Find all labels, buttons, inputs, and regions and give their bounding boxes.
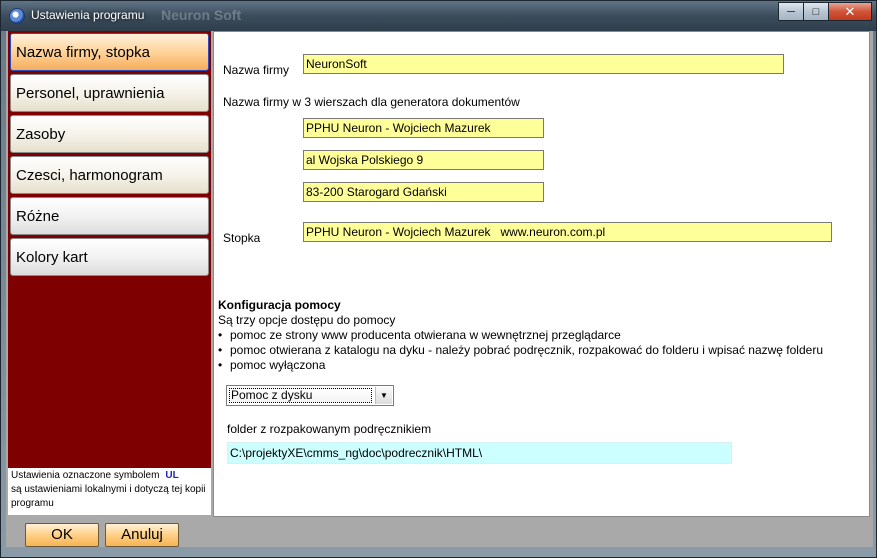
local-settings-note: Ustawienia oznaczone symbolem UL są ustaw… [8, 468, 211, 515]
help-folder-label: folder z rozpakowanym podręcznikiem [227, 422, 432, 436]
dialog-button-bar: OK Anuluj [6, 517, 873, 547]
app-icon [9, 8, 25, 24]
settings-panel: Nazwa firmy Nazwa firmy w 3 wierszach dl… [213, 31, 870, 517]
sidebar-item-label: Personel, uprawnienia [16, 85, 165, 102]
chevron-down-icon[interactable]: ▼ [375, 387, 392, 404]
note-text-rest: są ustawieniami lokalnymi i dotyczą tej … [11, 484, 206, 509]
sidebar-item-parts[interactable]: Czesci, harmonogram [10, 156, 209, 194]
minimize-icon[interactable]: ─ [778, 2, 804, 21]
note-text: Ustawienia oznaczone symbolem [11, 470, 160, 481]
company-name-input[interactable] [303, 54, 784, 74]
sidebar-item-personnel[interactable]: Personel, uprawnienia [10, 74, 209, 112]
company-lines-label: Nazwa firmy w 3 wierszach dla generatora… [223, 95, 520, 109]
close-icon[interactable]: ✕ [828, 2, 872, 21]
footer-input[interactable] [303, 222, 832, 242]
sidebar-item-label: Nazwa firmy, stopka [16, 44, 150, 61]
help-folder-input[interactable] [227, 442, 732, 464]
ok-button[interactable]: OK [25, 523, 99, 547]
list-item: pomoc wyłączona [218, 358, 823, 373]
window-title: Ustawienia programu [31, 8, 145, 22]
cancel-button[interactable]: Anuluj [105, 523, 179, 547]
settings-window: Ustawienia programu Neuron Soft ─ □ ✕ Na… [0, 0, 877, 558]
window-controls: ─ □ ✕ [778, 2, 872, 21]
company-name-label: Nazwa firmy [223, 63, 290, 77]
sidebar-item-label: Czesci, harmonogram [16, 167, 163, 184]
company-line1-input[interactable] [303, 118, 544, 138]
sidebar-item-label: Kolory kart [16, 249, 88, 266]
sidebar-item-label: Zasoby [16, 126, 66, 143]
help-mode-select[interactable]: Pomoc z dysku ▼ [226, 385, 394, 406]
sidebar-item-card-colors[interactable]: Kolory kart [10, 238, 209, 276]
company-line2-input[interactable] [303, 150, 544, 170]
sidebar: Nazwa firmy, stopka Personel, uprawnieni… [8, 31, 211, 515]
list-item: pomoc otwierana z katalogu na dyku - nal… [218, 343, 823, 358]
sidebar-item-misc[interactable]: Różne [10, 197, 209, 235]
maximize-icon[interactable]: □ [803, 2, 829, 21]
help-options-list: pomoc ze strony www producenta otwierana… [218, 328, 823, 373]
client-area: Nazwa firmy, stopka Personel, uprawnieni… [6, 31, 873, 547]
background-ghost-text: Neuron Soft [161, 7, 242, 23]
help-mode-selected: Pomoc z dysku [229, 388, 372, 403]
footer-label: Stopka [223, 231, 261, 245]
sidebar-item-company[interactable]: Nazwa firmy, stopka [10, 33, 209, 71]
list-item: pomoc ze strony www producenta otwierana… [218, 328, 823, 343]
company-line3-input[interactable] [303, 182, 544, 202]
sidebar-item-resources[interactable]: Zasoby [10, 115, 209, 153]
sidebar-item-label: Różne [16, 208, 60, 225]
help-intro-text: Są trzy opcje dostępu do pomocy [218, 313, 396, 327]
local-symbol-badge: UL [165, 470, 179, 481]
title-bar[interactable]: Ustawienia programu Neuron Soft ─ □ ✕ [1, 1, 876, 31]
help-config-heading: Konfiguracja pomocy [218, 298, 341, 312]
